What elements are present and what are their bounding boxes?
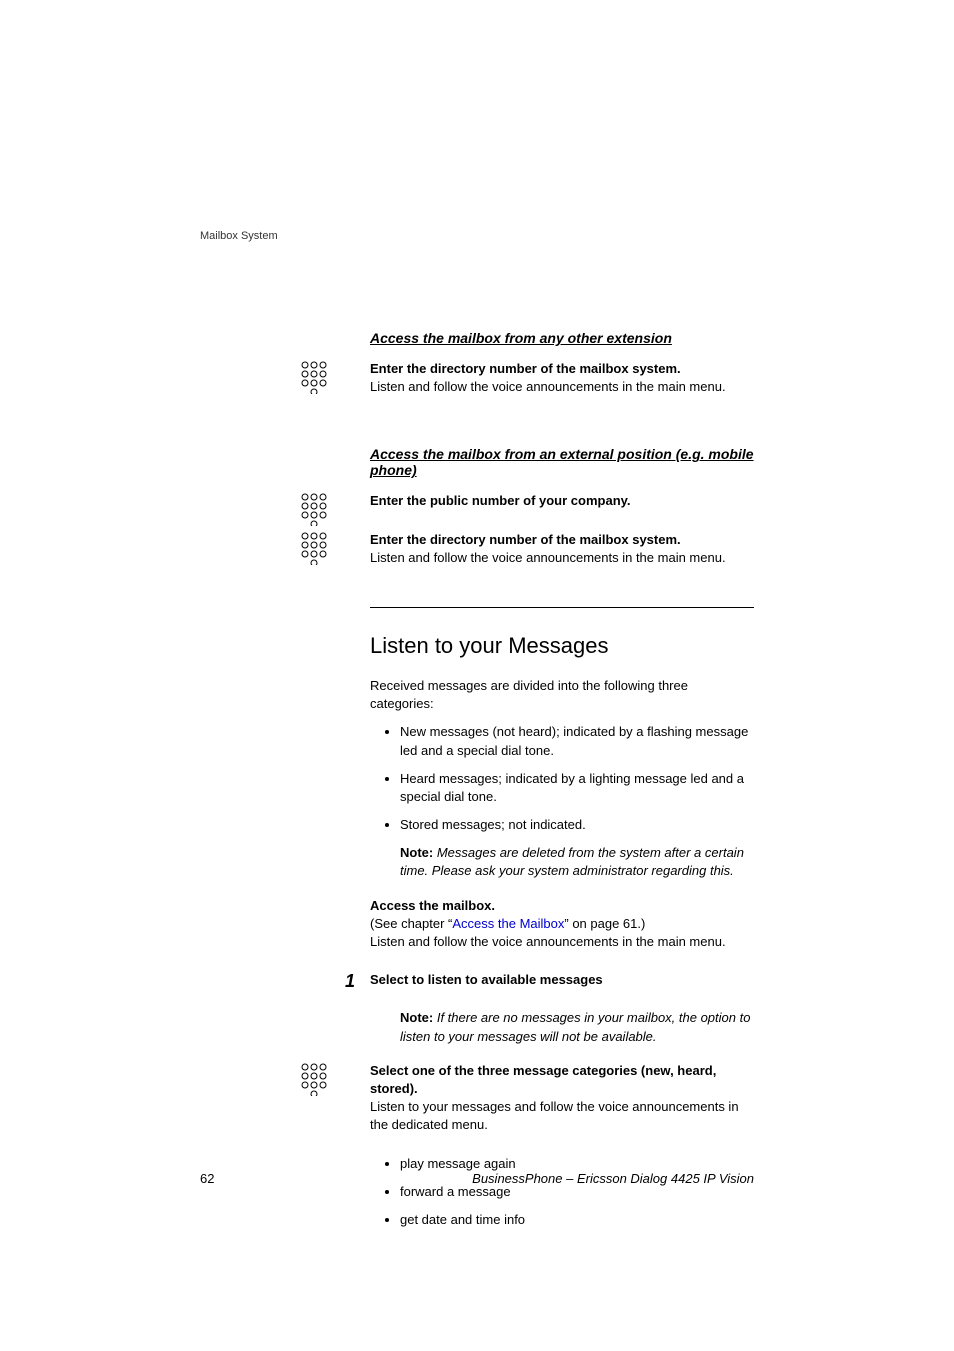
- note-body: If there are no messages in your mailbox…: [400, 1010, 750, 1043]
- instruction-bold: Enter the directory number of the mailbo…: [370, 531, 754, 549]
- instruction-bold: Enter the directory number of the mailbo…: [370, 360, 754, 378]
- keypad-icon: [300, 360, 328, 394]
- step-block: 1 Select to listen to available messages: [370, 971, 754, 989]
- access-mailbox-block: Access the mailbox. (See chapter “Access…: [370, 897, 754, 952]
- instruction-body: Listen and follow the voice announcement…: [370, 378, 754, 396]
- list-item: play message again: [400, 1155, 754, 1173]
- intro-text: Received messages are divided into the f…: [370, 677, 754, 713]
- instruction-bold: Enter the public number of your company.: [370, 492, 754, 510]
- list-item: Heard messages; indicated by a lighting …: [400, 770, 754, 806]
- note-block: Note: Messages are deleted from the syst…: [400, 844, 754, 880]
- instruction-body: Listen and follow the voice announcement…: [370, 549, 754, 567]
- page: Mailbox System Access the mailbox from a…: [0, 0, 954, 1351]
- note-body: Messages are deleted from the system aft…: [400, 845, 744, 878]
- instruction-block: Enter the directory number of the mailbo…: [370, 360, 754, 396]
- text-post: ” on page 61.): [564, 916, 645, 931]
- list-item: get date and time info: [400, 1211, 754, 1229]
- instruction-bold: Select to listen to available messages: [370, 971, 754, 989]
- subsection-title-other-extension: Access the mailbox from any other extens…: [370, 330, 754, 346]
- instruction-block: Enter the public number of your company.: [370, 492, 754, 510]
- product-name: BusinessPhone – Ericsson Dialog 4425 IP …: [472, 1171, 754, 1186]
- select-category-block: Select one of the three message categori…: [370, 1062, 754, 1135]
- list-item: Stored messages; not indicated.: [400, 816, 754, 834]
- section-heading-listen: Listen to your Messages: [370, 633, 754, 659]
- header-section-label: Mailbox System: [200, 230, 278, 242]
- note-block: Note: If there are no messages in your m…: [400, 1009, 754, 1045]
- note-label: Note:: [400, 845, 433, 860]
- text-pre: (See chapter “: [370, 916, 452, 931]
- page-content: Access the mailbox from any other extens…: [200, 330, 754, 1229]
- instruction-body: Listen and follow the voice announcement…: [370, 933, 754, 951]
- page-footer: 62 BusinessPhone – Ericsson Dialog 4425 …: [200, 1171, 754, 1186]
- page-number: 62: [200, 1171, 214, 1186]
- category-list: New messages (not heard); indicated by a…: [400, 723, 754, 834]
- subsection-title-external-position: Access the mailbox from an external posi…: [370, 446, 754, 478]
- keypad-icon: [300, 531, 328, 565]
- section-divider: [370, 607, 754, 608]
- instruction-bold: Access the mailbox.: [370, 897, 754, 915]
- instruction-bold: Select one of the three message categori…: [370, 1062, 754, 1098]
- instruction-block: Enter the directory number of the mailbo…: [370, 531, 754, 567]
- step-number: 1: [345, 971, 355, 992]
- actions-list: play message again forward a message get…: [400, 1155, 754, 1230]
- instruction-body: Listen to your messages and follow the v…: [370, 1098, 754, 1134]
- note-label: Note:: [400, 1010, 433, 1025]
- keypad-icon: [300, 492, 328, 526]
- keypad-icon: [300, 1062, 328, 1096]
- see-chapter-line: (See chapter “Access the Mailbox” on pag…: [370, 915, 754, 933]
- link-access-mailbox[interactable]: Access the Mailbox: [452, 916, 564, 931]
- list-item: New messages (not heard); indicated by a…: [400, 723, 754, 759]
- text-column: Access the mailbox from any other extens…: [370, 330, 754, 1229]
